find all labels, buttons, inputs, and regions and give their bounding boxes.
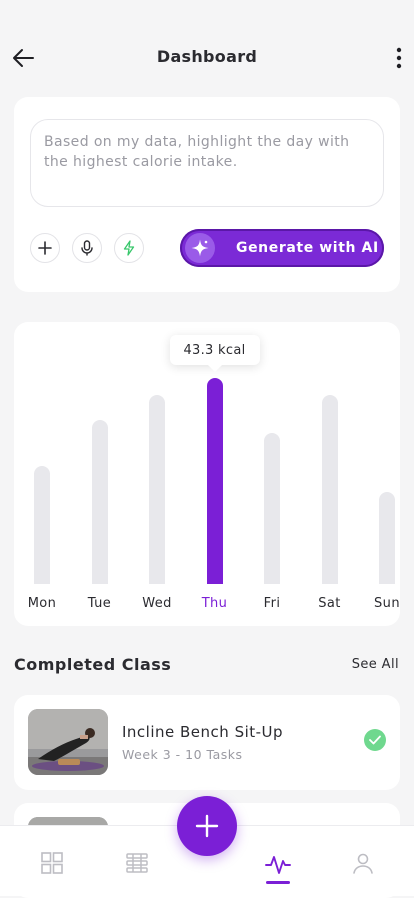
bar-sun[interactable] xyxy=(379,491,395,584)
tooltip-caret xyxy=(207,365,222,373)
dumbbell-icon xyxy=(126,853,148,873)
day-label-wed: Wed xyxy=(142,596,172,611)
sparkle-icon xyxy=(185,233,215,263)
ai-prompt-card: Based on my data, highlight the day with… xyxy=(14,97,400,292)
day-label-thu: Thu xyxy=(201,596,228,611)
prompt-input[interactable]: Based on my data, highlight the day with… xyxy=(30,119,384,207)
class-thumbnail xyxy=(28,709,108,775)
see-all-link[interactable]: See All xyxy=(352,657,399,672)
section-title: Completed Class xyxy=(14,655,172,674)
microphone-icon xyxy=(81,240,93,256)
bar-thu[interactable] xyxy=(206,378,223,584)
bar-tue[interactable] xyxy=(91,420,108,584)
nav-profile[interactable] xyxy=(348,848,378,878)
nav-home[interactable] xyxy=(37,848,67,878)
bar-fri[interactable] xyxy=(264,432,280,584)
active-indicator xyxy=(266,881,290,884)
class-card[interactable]: Incline Bench Sit-Up Week 3 - 10 Tasks xyxy=(14,695,400,790)
plus-icon xyxy=(38,241,52,255)
grid-icon xyxy=(41,852,63,874)
day-label-mon: Mon xyxy=(27,596,57,611)
bar-mon[interactable] xyxy=(34,466,50,584)
header: Dashboard xyxy=(0,0,414,100)
lightning-icon xyxy=(123,240,135,256)
profile-icon xyxy=(353,853,373,874)
bar-wed[interactable] xyxy=(149,395,165,584)
nav-activity[interactable] xyxy=(263,848,293,878)
generate-label: Generate with AI xyxy=(236,240,379,256)
more-vertical-icon xyxy=(396,47,402,69)
class-name: Incline Bench Sit-Up xyxy=(122,723,284,741)
add-icon xyxy=(195,814,219,838)
voice-input-button[interactable] xyxy=(72,233,102,263)
day-label-sat: Sat xyxy=(318,596,341,611)
add-button[interactable] xyxy=(177,796,237,856)
add-attachment-button[interactable] xyxy=(30,233,60,263)
tooltip: 43.3 kcal xyxy=(169,335,260,366)
nav-workouts[interactable] xyxy=(122,848,152,878)
generate-with-ai-button[interactable]: Generate with AI xyxy=(180,229,384,267)
day-label-tue: Tue xyxy=(87,596,112,611)
check-icon xyxy=(364,729,386,751)
bar-sat[interactable] xyxy=(321,395,338,584)
page-title: Dashboard xyxy=(156,47,258,66)
day-label-fri: Fri xyxy=(263,596,281,611)
quick-action-button[interactable] xyxy=(114,233,144,263)
more-options-button[interactable] xyxy=(388,44,410,72)
day-label-sun: Sun xyxy=(374,596,400,611)
class-meta: Week 3 - 10 Tasks xyxy=(122,747,243,762)
calorie-bar-chart: Mon Tue Wed Thu 43.3 kcal Fri Sat Sun xyxy=(14,322,400,626)
activity-icon xyxy=(265,856,291,874)
